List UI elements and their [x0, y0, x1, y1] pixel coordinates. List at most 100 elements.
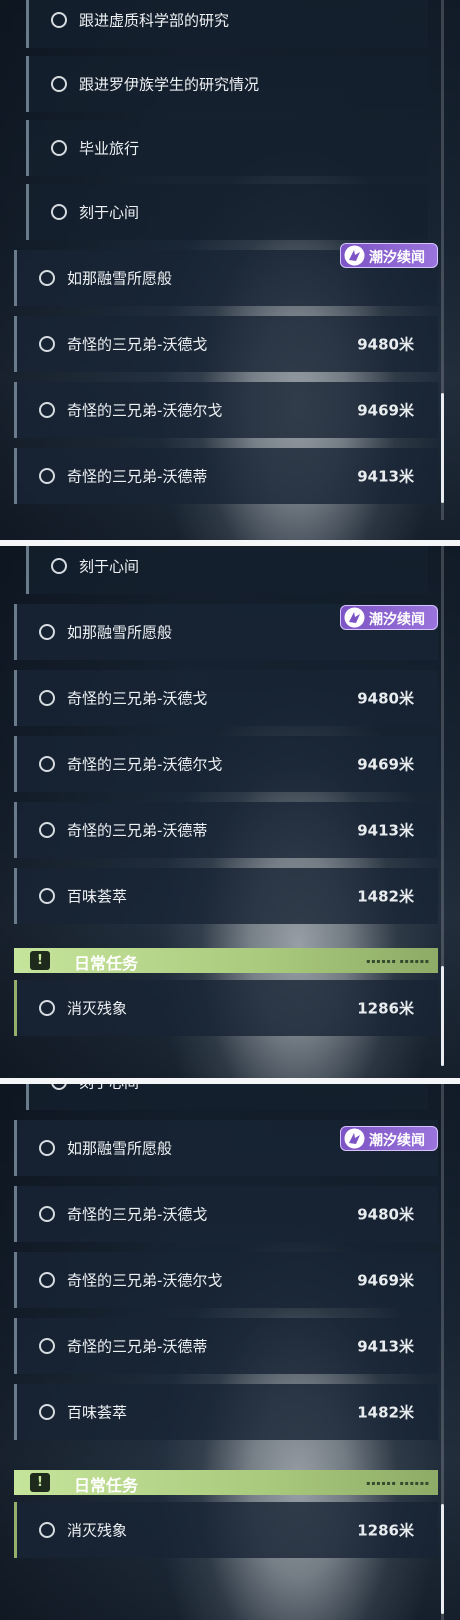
badge-label: 潮汐续闻 — [369, 1133, 425, 1149]
tidal-echo-badge: 潮汐续闻 — [340, 243, 438, 268]
circle-icon — [51, 204, 67, 220]
tidal-echo-icon — [344, 1128, 365, 1149]
sub-quest-row[interactable]: 刻于心间 — [26, 184, 428, 240]
main-quest-row[interactable]: 奇怪的三兄弟-沃德蒂 9413米 — [14, 1318, 438, 1374]
quest-distance: 9413米 — [357, 821, 414, 840]
circle-icon — [39, 624, 55, 640]
scrollbar-thumb[interactable] — [441, 966, 444, 1066]
circle-icon — [39, 468, 55, 484]
quest-label: 刻于心间 — [79, 557, 140, 576]
circle-icon — [39, 270, 55, 286]
quest-distance: 9469米 — [357, 755, 414, 774]
scrollbar-thumb[interactable] — [441, 393, 444, 503]
badge-label: 潮汐续闻 — [369, 612, 425, 628]
scrollbar-track[interactable] — [441, 546, 444, 1066]
circle-icon — [39, 756, 55, 772]
sub-quest-row[interactable]: 刻于心间 — [26, 1084, 428, 1110]
sub-quest-row[interactable]: 刻于心间 — [26, 546, 428, 594]
quest-label: 如那融雪所愿般 — [67, 623, 173, 642]
quest-label: 跟进虚质科学部的研究 — [79, 11, 230, 30]
scrollbar-track[interactable] — [441, 1084, 444, 1620]
circle-icon — [51, 1084, 67, 1090]
exclamation-icon: ! — [30, 951, 50, 970]
main-quest-row[interactable]: 奇怪的三兄弟-沃德戈 9480米 — [14, 670, 438, 726]
tidal-echo-icon — [344, 607, 365, 628]
quest-label: 奇怪的三兄弟-沃德尔戈 — [67, 401, 223, 420]
quest-distance: 1286米 — [357, 1521, 414, 1540]
tidal-echo-badge: 潮汐续闻 — [340, 1126, 438, 1151]
daily-quest-title: 日常任务 — [74, 954, 139, 973]
quest-label: 消灭残象 — [67, 1521, 128, 1540]
quest-label: 百味荟萃 — [67, 887, 128, 906]
quest-panel-1: 跟进虚质科学部的研究 跟进罗伊族学生的研究情况 毕业旅行 刻于心间 如那融雪所愿… — [0, 0, 460, 540]
quest-distance: 9413米 — [357, 1337, 414, 1356]
daily-quest-row[interactable]: 消灭残象 1286米 — [14, 980, 438, 1036]
header-decoration: ▪▪▪▪▪▪ ▪▪▪▪▪▪ — [366, 958, 430, 965]
quest-distance: 9480米 — [357, 689, 414, 708]
quest-label: 刻于心间 — [79, 203, 140, 222]
tidal-echo-badge: 潮汐续闻 — [340, 605, 438, 630]
daily-quest-header[interactable]: ! 日常任务 ▪▪▪▪▪▪ ▪▪▪▪▪▪ — [14, 1470, 438, 1495]
quest-distance: 9469米 — [357, 401, 414, 420]
quest-label: 消灭残象 — [67, 999, 128, 1018]
circle-icon — [51, 140, 67, 156]
circle-icon — [39, 822, 55, 838]
circle-icon — [51, 558, 67, 574]
sub-quest-row[interactable]: 毕业旅行 — [26, 120, 428, 176]
quest-label: 奇怪的三兄弟-沃德尔戈 — [67, 1271, 223, 1290]
main-quest-row[interactable]: 奇怪的三兄弟-沃德尔戈 9469米 — [14, 382, 438, 438]
circle-icon — [39, 1000, 55, 1016]
sub-quest-row[interactable]: 跟进罗伊族学生的研究情况 — [26, 56, 428, 112]
quest-label: 跟进罗伊族学生的研究情况 — [79, 75, 260, 94]
exclamation-icon: ! — [30, 1473, 50, 1492]
main-quest-row[interactable]: 百味荟萃 1482米 — [14, 868, 438, 924]
main-quest-row[interactable]: 奇怪的三兄弟-沃德戈 9480米 — [14, 1186, 438, 1242]
scrollbar-thumb[interactable] — [441, 1504, 444, 1614]
main-quest-row[interactable]: 奇怪的三兄弟-沃德蒂 9413米 — [14, 802, 438, 858]
quest-distance: 9469米 — [357, 1271, 414, 1290]
main-quest-row[interactable]: 奇怪的三兄弟-沃德蒂 9413米 — [14, 448, 438, 504]
quest-label: 奇怪的三兄弟-沃德戈 — [67, 335, 208, 354]
quest-label: 奇怪的三兄弟-沃德戈 — [67, 1205, 208, 1224]
quest-distance: 9480米 — [357, 1205, 414, 1224]
main-quest-row[interactable]: 奇怪的三兄弟-沃德尔戈 9469米 — [14, 736, 438, 792]
main-quest-row[interactable]: 百味荟萃 1482米 — [14, 1384, 438, 1440]
daily-quest-title: 日常任务 — [74, 1476, 139, 1495]
circle-icon — [39, 690, 55, 706]
circle-icon — [51, 12, 67, 28]
quest-label: 刻于心间 — [79, 1084, 139, 1093]
quest-label: 奇怪的三兄弟-沃德蒂 — [67, 467, 208, 486]
circle-icon — [39, 1140, 55, 1156]
badge-label: 潮汐续闻 — [369, 250, 425, 266]
quest-panel-3: 刻于心间 如那融雪所愿般 潮汐续闻 奇怪的三兄弟-沃德戈 9480米 奇怪的三兄… — [0, 1084, 460, 1620]
header-decoration: ▪▪▪▪▪▪ ▪▪▪▪▪▪ — [366, 1480, 430, 1487]
daily-quest-header[interactable]: ! 日常任务 ▪▪▪▪▪▪ ▪▪▪▪▪▪ — [14, 948, 438, 973]
quest-label: 奇怪的三兄弟-沃德蒂 — [67, 1337, 208, 1356]
circle-icon — [39, 1404, 55, 1420]
circle-icon — [39, 336, 55, 352]
circle-icon — [39, 1338, 55, 1354]
quest-distance: 1482米 — [357, 887, 414, 906]
quest-label: 奇怪的三兄弟-沃德戈 — [67, 689, 208, 708]
quest-label: 毕业旅行 — [79, 139, 140, 158]
quest-distance: 9480米 — [357, 335, 414, 354]
quest-label: 如那融雪所愿般 — [67, 1139, 173, 1158]
circle-icon — [51, 76, 67, 92]
sub-quest-row[interactable]: 跟进虚质科学部的研究 — [26, 0, 428, 48]
main-quest-row[interactable]: 奇怪的三兄弟-沃德尔戈 9469米 — [14, 1252, 438, 1308]
quest-label: 奇怪的三兄弟-沃德蒂 — [67, 821, 208, 840]
circle-icon — [39, 402, 55, 418]
quest-label: 如那融雪所愿般 — [67, 269, 173, 288]
circle-icon — [39, 1206, 55, 1222]
circle-icon — [39, 1522, 55, 1538]
daily-quest-row[interactable]: 消灭残象 1286米 — [14, 1502, 438, 1558]
scrollbar-track[interactable] — [441, 0, 444, 520]
quest-distance: 1482米 — [357, 1403, 414, 1422]
quest-distance: 9413米 — [357, 467, 414, 486]
quest-distance: 1286米 — [357, 999, 414, 1018]
circle-icon — [39, 1272, 55, 1288]
circle-icon — [39, 888, 55, 904]
quest-label: 奇怪的三兄弟-沃德尔戈 — [67, 755, 223, 774]
tidal-echo-icon — [344, 245, 365, 266]
main-quest-row[interactable]: 奇怪的三兄弟-沃德戈 9480米 — [14, 316, 438, 372]
